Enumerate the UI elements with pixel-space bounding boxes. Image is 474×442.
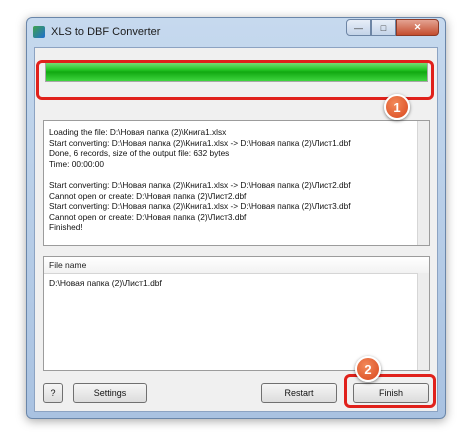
help-button[interactable]: ? <box>43 383 63 403</box>
log-line: Start converting: D:\Новая папка (2)\Кни… <box>49 137 351 148</box>
app-icon <box>33 26 45 38</box>
title-bar[interactable]: XLS to DBF Converter — □ ✕ <box>27 18 445 46</box>
file-list-item[interactable]: D:\Новая папка (2)\Лист1.dbf <box>49 278 162 288</box>
log-line: Finished! <box>49 222 83 233</box>
log-text: Loading the file: D:\Новая папка (2)\Кни… <box>49 127 415 233</box>
annotation-badge-1: 1 <box>384 94 410 120</box>
minimize-button[interactable]: — <box>346 19 371 36</box>
annotation-badge-2: 2 <box>355 356 381 382</box>
window-client-area: Loading the file: D:\Новая папка (2)\Кни… <box>34 47 438 412</box>
file-name-column-header: File name <box>49 260 87 270</box>
caption-buttons: — □ ✕ <box>346 19 439 37</box>
file-list[interactable]: File name D:\Новая папка (2)\Лист1.dbf <box>43 256 430 371</box>
maximize-button[interactable]: □ <box>371 19 396 36</box>
finish-highlight-box <box>344 374 436 408</box>
file-list-scrollbar[interactable] <box>417 273 429 370</box>
log-line: Cannot open or create: D:\Новая папка (2… <box>49 211 247 222</box>
log-line: Done, 6 records, size of the output file… <box>49 148 230 159</box>
progress-highlight-box <box>36 60 434 100</box>
settings-button[interactable]: Settings <box>73 383 147 403</box>
log-line: Start converting: D:\Новая папка (2)\Кни… <box>49 201 351 212</box>
restart-button[interactable]: Restart <box>261 383 337 403</box>
close-button[interactable]: ✕ <box>396 19 439 36</box>
log-line: Start converting: D:\Новая папка (2)\Кни… <box>49 179 351 190</box>
log-line: Time: 00:00:00 <box>49 158 105 169</box>
window-title: XLS to DBF Converter <box>51 26 161 38</box>
log-scrollbar[interactable] <box>417 121 429 245</box>
log-line: Loading the file: D:\Новая папка (2)\Кни… <box>49 127 227 137</box>
log-output[interactable]: Loading the file: D:\Новая папка (2)\Кни… <box>43 120 430 246</box>
log-line: Cannot open or create: D:\Новая папка (2… <box>49 190 247 201</box>
file-list-header[interactable]: File name <box>44 257 429 274</box>
